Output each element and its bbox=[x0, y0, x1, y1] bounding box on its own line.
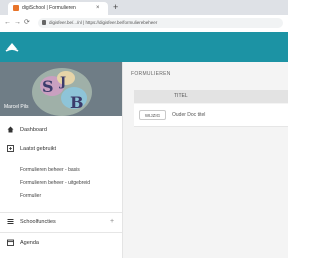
recent-link[interactable]: Formulieren beheer - uitgebreid bbox=[20, 178, 90, 188]
sidebar-item-agenda[interactable]: Agenda bbox=[0, 236, 122, 250]
main-content: FORMULIEREN TITEL WIJZIG Ouder Doc titel bbox=[123, 62, 288, 258]
sidebar-item-recent[interactable]: Laatst gebruikt bbox=[0, 142, 122, 156]
calendar-icon bbox=[7, 239, 14, 246]
sidebar-item-label: Dashboard bbox=[20, 127, 47, 133]
column-header-title[interactable]: TITEL bbox=[174, 90, 188, 103]
table-header: TITEL bbox=[134, 90, 288, 103]
sidebar-item-schoolfuncties[interactable]: Schoolfuncties + bbox=[0, 215, 122, 229]
new-tab-button[interactable]: + bbox=[113, 2, 118, 13]
app-logo-icon[interactable] bbox=[5, 40, 19, 54]
back-icon[interactable]: ← bbox=[4, 18, 11, 28]
expand-icon[interactable]: + bbox=[110, 215, 114, 229]
svg-text:J: J bbox=[59, 75, 66, 90]
sidebar-item-dashboard[interactable]: Dashboard bbox=[0, 123, 122, 137]
svg-text:B: B bbox=[70, 93, 84, 112]
recent-link[interactable]: Formulier bbox=[20, 191, 41, 201]
user-name[interactable]: Marcel Pils bbox=[4, 103, 28, 111]
lock-icon bbox=[42, 20, 46, 25]
sidebar-divider bbox=[0, 212, 122, 213]
forward-icon[interactable]: → bbox=[14, 18, 21, 28]
tab-title: digiSchool | Formulieren bbox=[22, 5, 76, 11]
sidebar: S J B Marcel Pils Dashboard Laatst gebru… bbox=[0, 62, 123, 258]
list-icon bbox=[7, 219, 14, 224]
app-header bbox=[0, 32, 288, 62]
sidebar-item-label: Schoolfuncties bbox=[20, 219, 56, 225]
reload-icon[interactable]: ⟳ bbox=[24, 18, 30, 28]
svg-text:S: S bbox=[42, 77, 54, 96]
history-icon bbox=[7, 145, 14, 152]
sidebar-item-label: Laatst gebruikt bbox=[20, 146, 57, 152]
profile-banner: S J B Marcel Pils bbox=[0, 62, 122, 116]
edit-button[interactable]: WIJZIG bbox=[139, 110, 166, 120]
url-text: digisfeer.be/.../nl | https://digisfeer.… bbox=[49, 20, 158, 25]
browser-tab-strip: digiSchool | Formulieren × + bbox=[0, 0, 288, 15]
recent-link[interactable]: Formulieren beheer - basis bbox=[20, 165, 80, 175]
browser-tab[interactable]: digiSchool | Formulieren × bbox=[8, 2, 108, 15]
sidebar-divider bbox=[0, 232, 122, 233]
row-title: Ouder Doc titel bbox=[172, 112, 206, 118]
favicon-icon bbox=[13, 5, 19, 11]
school-logo-icon: S J B bbox=[32, 68, 92, 116]
address-bar[interactable]: digisfeer.be/.../nl | https://digisfeer.… bbox=[38, 18, 283, 28]
home-icon bbox=[7, 126, 14, 133]
table-row[interactable]: WIJZIG Ouder Doc titel bbox=[134, 104, 288, 127]
sidebar-item-label: Agenda bbox=[20, 240, 39, 246]
tab-close-icon[interactable]: × bbox=[96, 3, 100, 13]
page-title: FORMULIEREN bbox=[131, 71, 171, 77]
browser-navbar: ← → ⟳ digisfeer.be/.../nl | https://digi… bbox=[0, 15, 288, 33]
